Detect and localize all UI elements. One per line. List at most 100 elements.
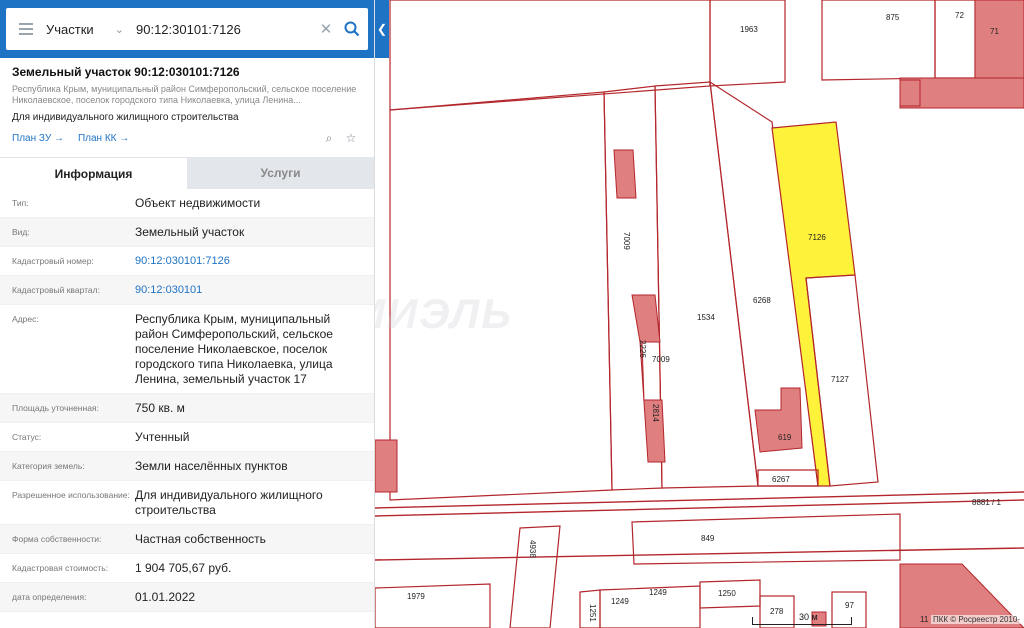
info-label: Площадь уточненная: — [12, 403, 99, 413]
info-value: Республика Крым, муниципальный район Сим… — [135, 312, 333, 386]
map-label: 1534 — [697, 313, 715, 322]
info-label: Кадастровый квартал: — [12, 285, 100, 295]
map-label: 11 — [920, 615, 929, 624]
parcel-top-left — [389, 0, 711, 111]
search-doc-icon[interactable]: ⌕ — [318, 131, 340, 145]
road-line-2 — [374, 499, 1024, 517]
star-icon[interactable]: ☆ — [340, 131, 362, 145]
tabs: Информация Услуги — [0, 157, 374, 189]
parcel-1963 — [709, 0, 786, 87]
info-row-category: Категория земель: Земли населённых пункт… — [0, 452, 374, 481]
info-panel: Участки ⌄ ✕ Земельный участок 90:12:0301… — [0, 0, 375, 628]
info-label: дата определения: — [12, 592, 87, 602]
map-label: 1249 — [649, 588, 667, 597]
info-label: Вид: — [12, 227, 30, 237]
map-label: 278 — [770, 607, 784, 616]
map-label: 6267 — [772, 475, 790, 484]
cad-quarter-link[interactable]: 90:12:030101 — [135, 283, 362, 298]
info-label: Кадастровая стоимость: — [12, 563, 109, 573]
info-value: Земли населённых пунктов — [135, 459, 288, 473]
parcel-1534 — [654, 81, 759, 489]
building-619 — [754, 387, 803, 453]
map-label: 1963 — [740, 25, 758, 34]
clear-icon[interactable]: ✕ — [316, 20, 336, 38]
tab-services[interactable]: Услуги — [187, 157, 374, 189]
search-type-select[interactable]: Участки ⌄ — [46, 22, 130, 37]
info-row-area: Площадь уточненная: 750 кв. м — [0, 394, 374, 423]
plan-zu-link[interactable]: План ЗУ → — [12, 133, 64, 144]
object-address: Республика Крым, муниципальный район Сим… — [12, 84, 357, 105]
map-label: 875 — [886, 13, 900, 22]
info-row-cad-quarter: Кадастровый квартал: 90:12:030101 — [0, 276, 374, 305]
road-line-3 — [374, 547, 1024, 561]
map-label: 619 — [778, 433, 792, 442]
map-label: 2226 — [638, 340, 647, 358]
info-row-ownership: Форма собственности: Частная собственнос… — [0, 525, 374, 554]
tab-info[interactable]: Информация — [0, 157, 187, 189]
building-left-edge — [374, 439, 398, 493]
parcel-875 — [821, 0, 936, 81]
map-label: 71 — [990, 27, 999, 36]
search-bar: Участки ⌄ ✕ — [0, 0, 374, 58]
info-row-cad-number: Кадастровый номер: 90:12:030101:7126 — [0, 247, 374, 276]
info-label: Разрешенное использование: — [12, 490, 130, 500]
chevron-left-icon: ❮ — [376, 22, 388, 36]
info-label: Тип: — [12, 198, 29, 208]
info-value: 01.01.2022 — [135, 590, 196, 604]
road-line-1 — [374, 491, 1024, 509]
object-title: Земельный участок 90:12:030101:7126 — [12, 65, 240, 79]
object-header: Земельный участок 90:12:030101:7126 Респ… — [0, 58, 374, 145]
info-row-address: Адрес: Республика Крым, муниципальный ра… — [0, 305, 374, 394]
map-label: 72 — [955, 11, 964, 20]
map-label: 1979 — [407, 592, 425, 601]
search-type-label: Участки — [46, 21, 94, 37]
info-label: Адрес: — [12, 314, 39, 324]
menu-icon[interactable] — [6, 23, 46, 35]
map-label: 7009 — [652, 355, 670, 364]
building-small-top — [899, 79, 921, 107]
map-label: 97 — [845, 601, 854, 610]
plan-links: План ЗУ → План КК → ⌕ ☆ — [12, 131, 362, 146]
map-label: 1251 — [588, 604, 597, 622]
info-label: Кадастровый номер: — [12, 256, 94, 266]
info-value: 750 кв. м — [135, 401, 185, 415]
map-label: 6268 — [753, 296, 771, 305]
search-box: Участки ⌄ ✕ — [6, 8, 368, 50]
info-value: Объект недвижимости — [135, 196, 261, 210]
info-label: Категория земель: — [12, 461, 85, 471]
cad-number-link[interactable]: 90:12:030101:7126 — [135, 254, 362, 269]
scale-label: 30 м — [799, 612, 818, 622]
map-label: 2814 — [651, 404, 660, 422]
search-icon[interactable] — [336, 21, 368, 37]
chevron-down-icon: ⌄ — [114, 23, 124, 36]
collapse-panel-button[interactable]: ❮ — [375, 0, 389, 58]
plan-kk-link[interactable]: План КК → — [78, 133, 129, 144]
info-value: Учтенный — [135, 430, 190, 444]
info-value: Для индивидуального жилищного строительс… — [135, 488, 323, 517]
map-label: 4938 — [528, 540, 537, 558]
search-input[interactable] — [130, 21, 316, 37]
map-label: 7126 — [808, 233, 826, 242]
map-label: 7009 — [622, 232, 631, 250]
info-value: 1 904 705,67 руб. — [135, 561, 232, 575]
parcel-849 — [631, 513, 901, 565]
map-label: 1249 — [611, 597, 629, 606]
parcel-1979 — [374, 583, 491, 628]
object-use: Для индивидуального жилищного строительс… — [12, 112, 239, 123]
info-row-valuation-date: дата определения: 01.01.2022 — [0, 583, 374, 612]
map-label: 1250 — [718, 589, 736, 598]
map-copyright: ПКК © Росреестр 2010- — [931, 615, 1022, 624]
info-value: Земельный участок — [135, 225, 245, 239]
info-row-cad-value: Кадастровая стоимость: 1 904 705,67 руб. — [0, 554, 374, 583]
info-row-permitted-use: Разрешенное использование: Для индивидуа… — [0, 481, 374, 525]
info-label: Форма собственности: — [12, 534, 102, 544]
info-list: Тип: Объект недвижимости Вид: Земельный … — [0, 189, 374, 612]
info-row-kind: Вид: Земельный участок — [0, 218, 374, 247]
info-value: Частная собственность — [135, 532, 266, 546]
info-row-type: Тип: Объект недвижимости — [0, 189, 374, 218]
map-label: 7127 — [831, 375, 849, 384]
map-label: 8881 / 1 — [972, 498, 1001, 507]
info-label: Статус: — [12, 432, 42, 442]
map-label: 849 — [701, 534, 715, 543]
building-7009-a — [613, 149, 637, 199]
